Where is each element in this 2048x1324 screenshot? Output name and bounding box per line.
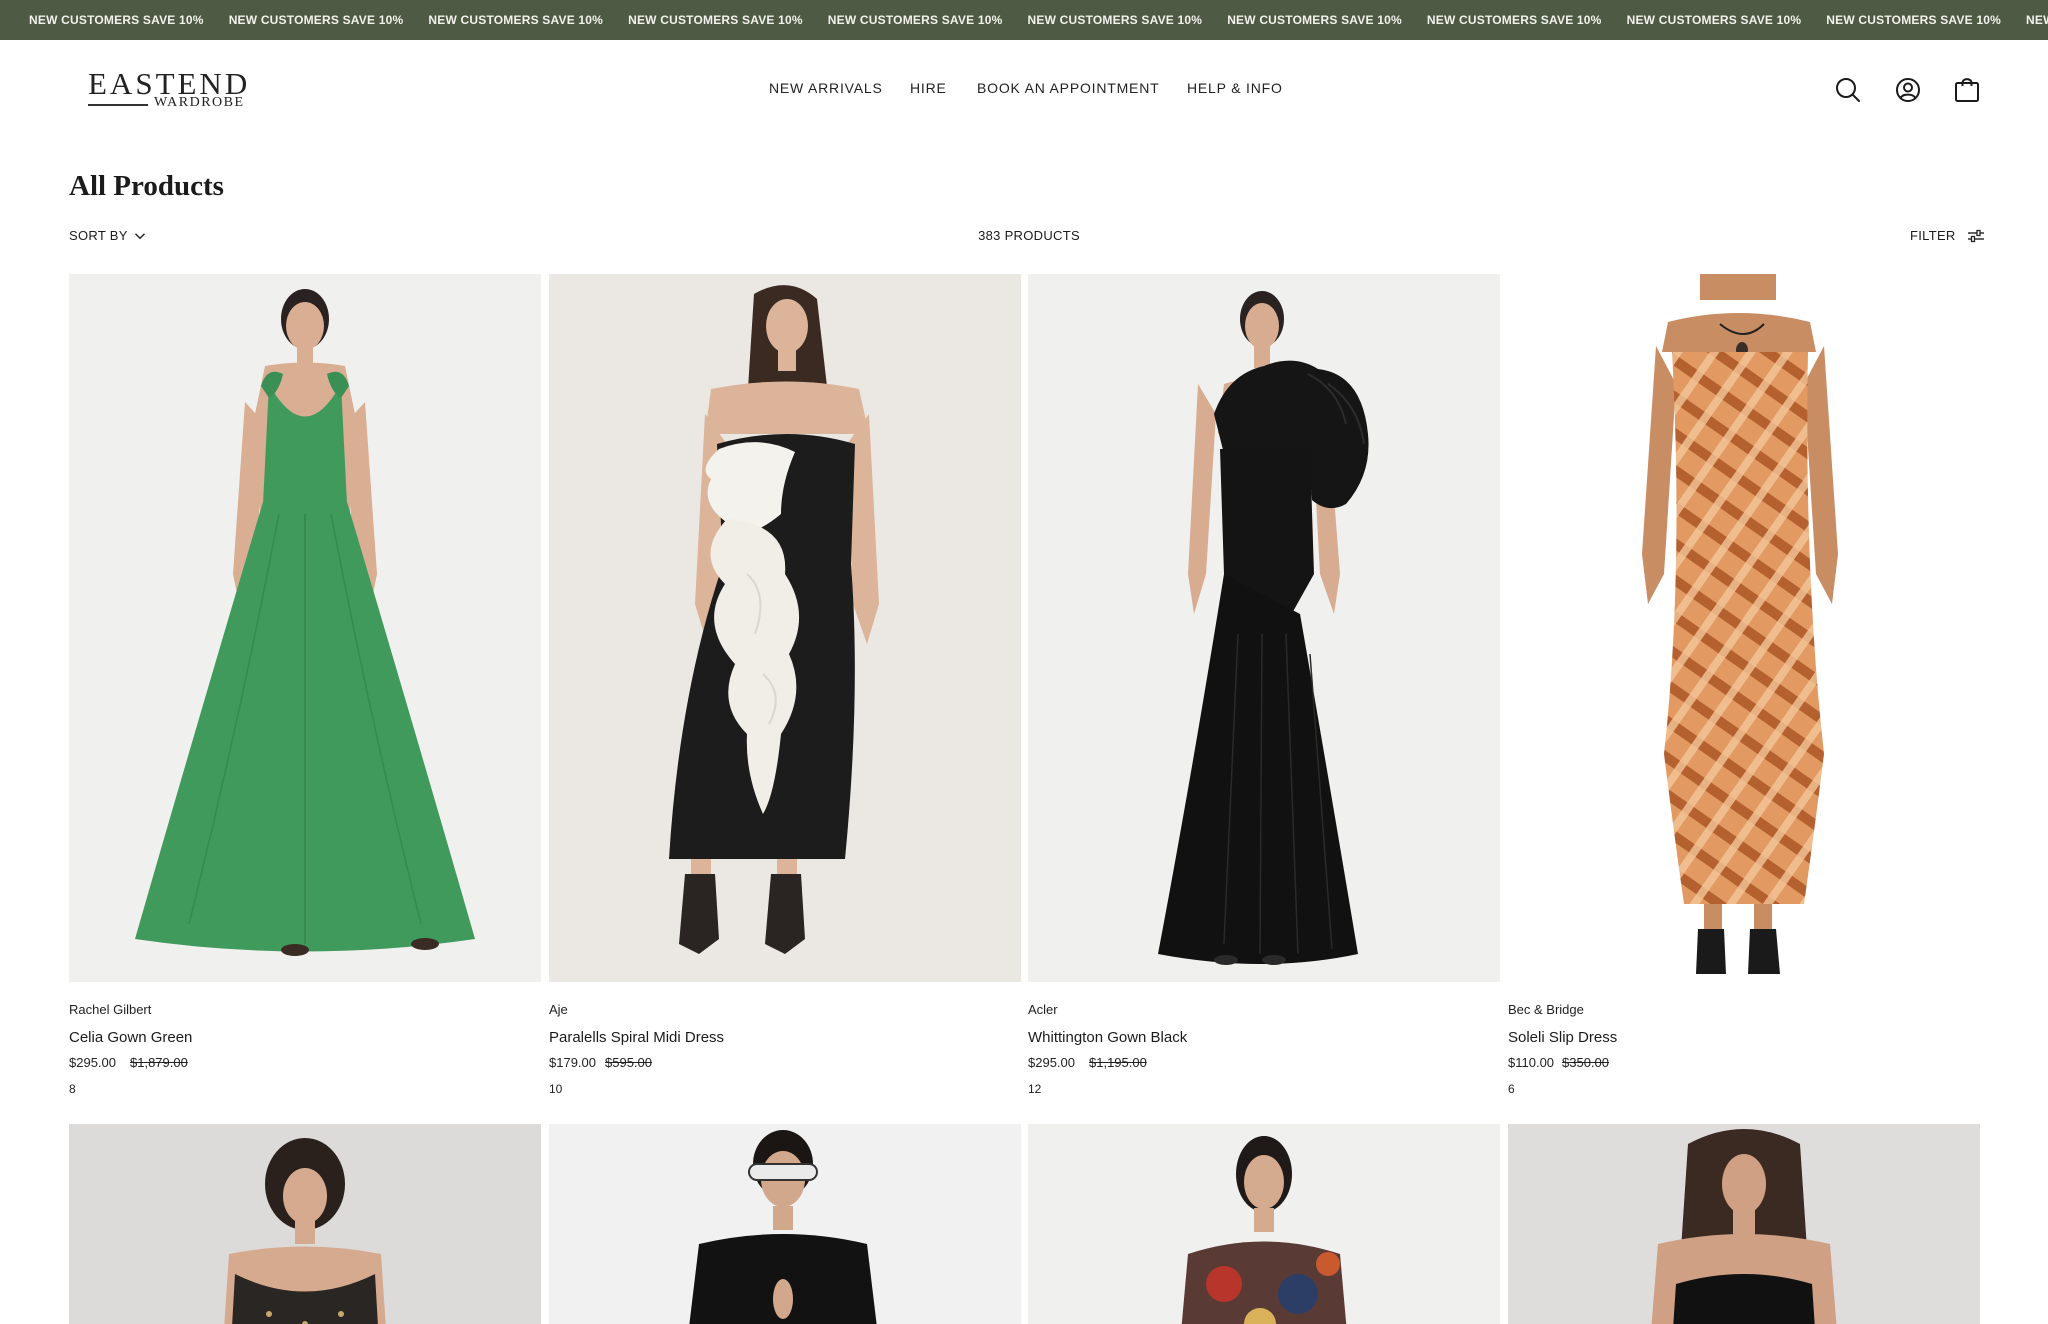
page-title: All Products — [69, 170, 224, 202]
product-brand: Aje — [549, 1002, 568, 1017]
product-compare-price: $1,879.00 — [130, 1055, 188, 1070]
product-card[interactable] — [1508, 1124, 1980, 1324]
product-brand: Bec & Bridge — [1508, 1002, 1584, 1017]
product-card[interactable] — [549, 1124, 1021, 1324]
product-image[interactable] — [1028, 274, 1500, 982]
announcement-text: NEW CUSTOMERS SAVE 10% — [29, 13, 204, 27]
product-card[interactable] — [69, 1124, 541, 1324]
product-size: 10 — [549, 1082, 563, 1096]
product-image[interactable] — [69, 1124, 541, 1324]
product-image[interactable] — [1508, 1124, 1980, 1324]
product-price: $295.00 — [69, 1055, 116, 1070]
product-price: $295.00 — [1028, 1055, 1075, 1070]
product-image[interactable] — [1508, 274, 1980, 982]
announcement-text: NEW CUSTOMERS SAVE 10% — [1227, 13, 1402, 27]
account-icon[interactable] — [1893, 75, 1923, 105]
nav-hire[interactable]: HIRE — [910, 80, 947, 96]
nav-new-arrivals[interactable]: NEW ARRIVALS — [769, 80, 883, 96]
product-compare-price: $595.00 — [605, 1055, 652, 1070]
site-header: EASTEND WARDROBE NEW ARRIVALS HIRE BOOK … — [0, 40, 2048, 140]
announcement-text: NEW CUSTOMERS SAVE 10% — [827, 13, 1003, 27]
product-size: 12 — [1028, 1082, 1042, 1096]
product-compare-price: $1,195.00 — [1089, 1055, 1147, 1070]
announcement-text: NEW CUSTOMERS SAVE 10% — [228, 13, 404, 27]
announcement-text: NEW CUSTOMERS SAVE 10% — [428, 13, 604, 27]
filter-sliders-icon — [1967, 229, 1984, 242]
product-brand: Rachel Gilbert — [69, 1002, 152, 1017]
product-image[interactable] — [549, 1124, 1021, 1324]
product-price: $179.00 — [549, 1055, 596, 1070]
announcement-text: NEW CUSTOMERS SAVE 10% — [1027, 13, 1203, 27]
bag-icon[interactable] — [1952, 75, 1982, 105]
product-price: $110.00 — [1508, 1055, 1555, 1070]
announcement-text: NEW CUSTOMERS SAVE 10% — [1426, 13, 1602, 27]
announcement-text: NEW CUSTOMERS SAVE 10% — [1626, 13, 1802, 27]
product-image[interactable] — [69, 274, 541, 982]
main-nav: NEW ARRIVALS HIRE BOOK AN APPOINTMENT HE… — [0, 40, 2048, 140]
product-size: 6 — [1508, 1082, 1515, 1096]
filter-label: FILTER — [1910, 228, 1956, 243]
product-card[interactable] — [1028, 1124, 1500, 1324]
filter-button[interactable]: FILTER — [1910, 228, 1984, 243]
announcement-text: NEW CUSTOMERS SAVE 10% — [2026, 13, 2048, 27]
product-title[interactable]: Paralells Spiral Midi Dress — [549, 1029, 724, 1046]
nav-help-info[interactable]: HELP & INFO — [1187, 80, 1283, 96]
product-brand: Acler — [1028, 1002, 1058, 1017]
announcement-text: NEW CUSTOMERS SAVE 10% — [628, 13, 803, 27]
announcement-text: NEW CUSTOMERS SAVE 10% — [1826, 13, 2001, 27]
announcement-bar: NEW CUSTOMERS SAVE 10% NEW CUSTOMERS SAVE… — [0, 0, 2048, 40]
product-image[interactable] — [1028, 1124, 1500, 1324]
product-title[interactable]: Whittington Gown Black — [1028, 1029, 1187, 1046]
search-icon[interactable] — [1833, 75, 1863, 105]
product-count: 383 PRODUCTS — [978, 228, 1080, 243]
product-size: 8 — [69, 1082, 76, 1096]
product-image[interactable] — [549, 274, 1021, 982]
nav-book-appointment[interactable]: BOOK AN APPOINTMENT — [977, 80, 1159, 96]
product-title[interactable]: Celia Gown Green — [69, 1029, 192, 1046]
product-title[interactable]: Soleli Slip Dress — [1508, 1029, 1617, 1046]
collection-toolbar: SORT BY 383 PRODUCTS FILTER — [0, 228, 2048, 252]
product-compare-price: $350.00 — [1562, 1055, 1609, 1070]
